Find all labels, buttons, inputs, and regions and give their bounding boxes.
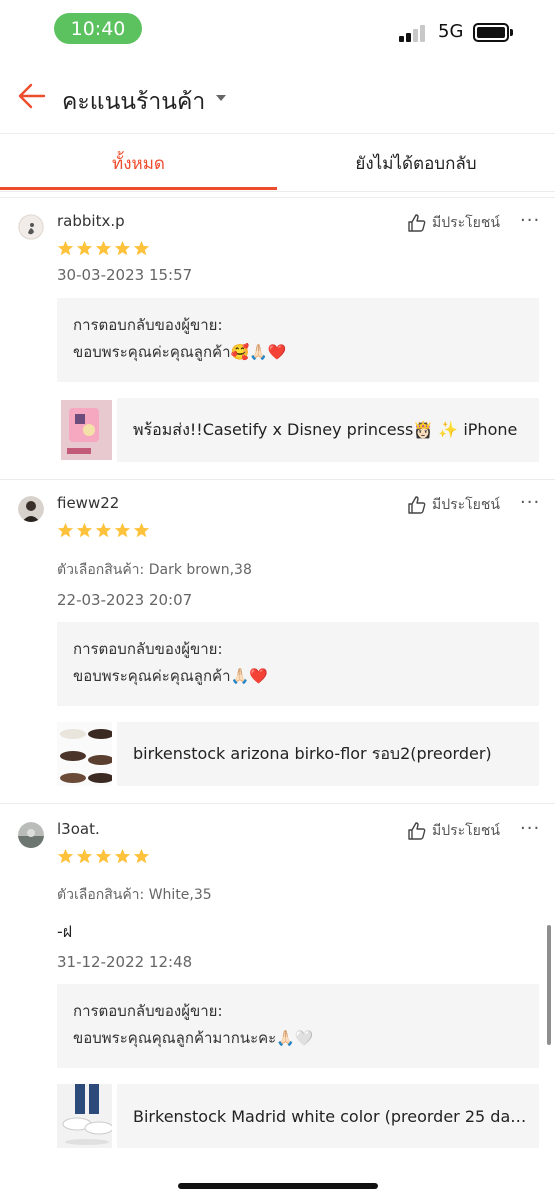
more-options-icon[interactable]: ··· [520, 818, 540, 839]
review-username[interactable]: l3oat. [57, 820, 100, 838]
scrollbar[interactable] [547, 925, 551, 1045]
seller-reply: การตอบกลับของผู้ขาย: ขอบพระคุณคุณลูกค้าม… [57, 984, 539, 1068]
network-label: 5G [438, 21, 464, 42]
back-arrow-icon[interactable] [16, 80, 48, 112]
review-date: 31-12-2022 12:48 [57, 953, 193, 971]
page-title[interactable]: คะแนนร้านค้า [62, 84, 205, 120]
thumbs-up-icon [408, 214, 426, 232]
review-item: l3oat. มีประโยชน์ ··· ตัวเลือกสินค้า: Wh… [0, 803, 555, 1163]
reply-text: ขอบพระคุณค่ะคุณลูกค้า🥰🙏🏻❤️ [73, 343, 287, 361]
tab-unreplied[interactable]: ยังไม่ได้ตอบกลับ [277, 134, 555, 192]
reply-text: ขอบพระคุณคุณลูกค้ามากนะคะ🙏🏻🤍 [73, 1029, 314, 1047]
product-link[interactable]: Birkenstock Madrid white color (preorder… [57, 1084, 539, 1148]
helpful-button[interactable]: มีประโยชน์ [407, 212, 500, 234]
status-time: 10:40 [54, 13, 142, 44]
star-icon [57, 848, 74, 864]
product-name: birkenstock arizona birko-flor รอบ2(preo… [133, 743, 492, 763]
star-icon [57, 522, 74, 538]
thumbs-up-icon [408, 496, 426, 514]
review-date: 30-03-2023 15:57 [57, 266, 193, 284]
rating-stars [57, 848, 152, 866]
dropdown-caret-icon[interactable] [216, 95, 226, 101]
rating-stars [57, 522, 152, 540]
tab-all[interactable]: ทั้งหมด [0, 134, 277, 192]
product-thumbnail [57, 398, 117, 462]
product-link[interactable]: birkenstock arizona birko-flor รอบ2(preo… [57, 722, 539, 786]
star-icon [95, 240, 112, 256]
star-icon [95, 522, 112, 538]
product-variation: ตัวเลือกสินค้า: White,35 [57, 887, 212, 903]
review-item: fieww22 มีประโยชน์ ··· ตัวเลือกสินค้า: D… [0, 479, 555, 802]
product-name: Birkenstock Madrid white color (preorder… [133, 1106, 529, 1126]
star-icon [133, 522, 150, 538]
product-variation: ตัวเลือกสินค้า: Dark brown,38 [57, 562, 252, 578]
reply-title: การตอบกลับของผู้ขาย: [73, 316, 223, 334]
helpful-label: มีประโยชน์ [432, 497, 500, 513]
star-icon [76, 848, 93, 864]
reply-text: ขอบพระคุณค่ะคุณลูกค้า🙏🏻❤️ [73, 667, 268, 685]
product-link[interactable]: พร้อมส่ง!!Casetify x Disney princess👸🏻 ✨… [57, 398, 539, 462]
review-username[interactable]: rabbitx.p [57, 212, 125, 230]
helpful-label: มีประโยชน์ [432, 215, 500, 231]
seller-reply: การตอบกลับของผู้ขาย: ขอบพระคุณค่ะคุณลูกค… [57, 298, 539, 382]
review-date: 22-03-2023 20:07 [57, 591, 193, 609]
home-indicator[interactable] [178, 1183, 378, 1189]
star-icon [133, 240, 150, 256]
star-icon [114, 848, 131, 864]
star-icon [57, 240, 74, 256]
star-icon [114, 522, 131, 538]
reply-title: การตอบกลับของผู้ขาย: [73, 640, 223, 658]
seller-reply: การตอบกลับของผู้ขาย: ขอบพระคุณค่ะคุณลูกค… [57, 622, 539, 706]
avatar[interactable] [18, 214, 44, 240]
battery-tip [510, 29, 513, 36]
reply-title: การตอบกลับของผู้ขาย: [73, 1002, 223, 1020]
review-comment: -ฝ [57, 922, 73, 941]
helpful-button[interactable]: มีประโยชน์ [407, 494, 500, 516]
rating-stars [57, 240, 152, 258]
tab-bar: ทั้งหมด ยังไม่ได้ตอบกลับ [0, 134, 555, 192]
more-options-icon[interactable]: ··· [520, 210, 540, 231]
product-thumbnail [57, 1084, 117, 1148]
product-thumbnail [57, 722, 117, 786]
app-header: คะแนนร้านค้า [0, 62, 555, 134]
review-username[interactable]: fieww22 [57, 494, 119, 512]
signal-icon [399, 24, 429, 42]
helpful-label: มีประโยชน์ [432, 823, 500, 839]
star-icon [76, 240, 93, 256]
status-bar: 10:40 5G [0, 0, 555, 62]
thumbs-up-icon [408, 822, 426, 840]
avatar[interactable] [18, 496, 44, 522]
product-name: พร้อมส่ง!!Casetify x Disney princess👸🏻 ✨… [133, 419, 518, 439]
battery-icon [473, 23, 509, 42]
more-options-icon[interactable]: ··· [520, 492, 540, 513]
star-icon [76, 522, 93, 538]
star-icon [133, 848, 150, 864]
star-icon [114, 240, 131, 256]
helpful-button[interactable]: มีประโยชน์ [407, 820, 500, 842]
avatar[interactable] [18, 822, 44, 848]
review-item: rabbitx.p มีประโยชน์ ··· 30-03-2023 15:5… [0, 197, 555, 478]
star-icon [95, 848, 112, 864]
